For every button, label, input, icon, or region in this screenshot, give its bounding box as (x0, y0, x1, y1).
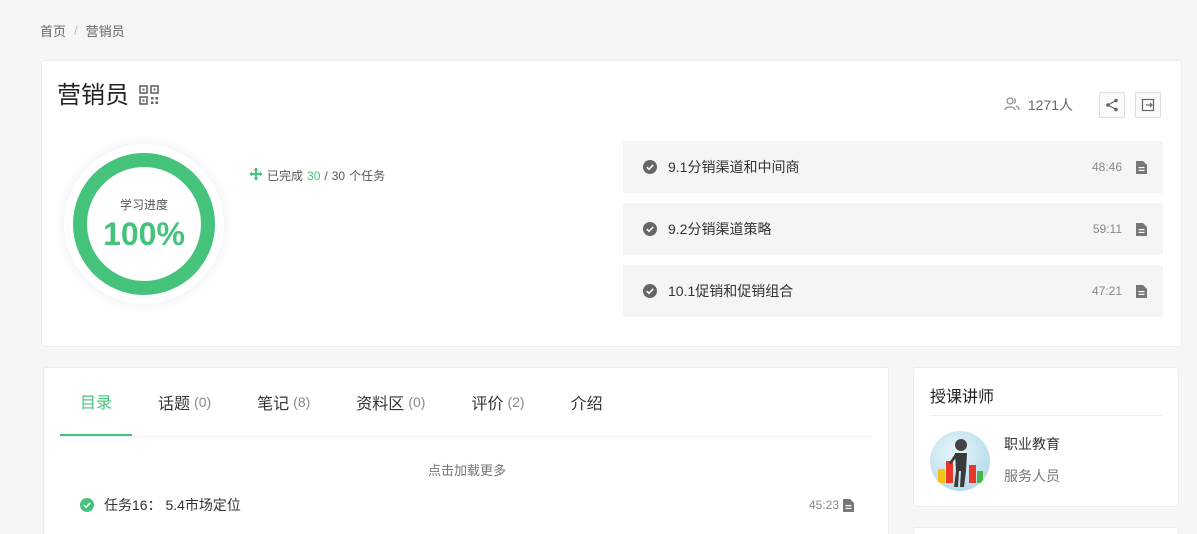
teacher-heading: 授课讲师 (930, 389, 995, 406)
recent-task-duration: 59:11 (1092, 222, 1122, 236)
tab-materials[interactable]: 资料区 (0) (336, 367, 445, 436)
tab-notes[interactable]: 笔记 (8) (237, 367, 330, 436)
recent-task-item[interactable]: 9.1分销渠道和中间商 48:46 (623, 141, 1163, 193)
total-count: 30 (331, 168, 346, 183)
exit-course-button[interactable] (1135, 92, 1161, 118)
tab-label: 评价 (471, 395, 504, 413)
lesson-item[interactable]: 任务16： 5.4市场定位 45:23 (80, 495, 854, 515)
teacher-name[interactable]: 职业教育 (1004, 434, 1060, 454)
tab-topics[interactable]: 话题 (0) (138, 367, 231, 436)
document-icon (843, 498, 854, 512)
teacher-card: 授课讲师 职业教育 服务人员 (913, 367, 1179, 507)
progress-ring: 学习进度 100% (64, 144, 224, 304)
tab-reviews[interactable]: 评价 (2) (451, 367, 544, 436)
course-title: 营销员 (57, 82, 129, 109)
move-icon (249, 167, 263, 184)
avatar[interactable] (930, 431, 990, 491)
tab-label: 介绍 (570, 395, 603, 413)
tab-intro[interactable]: 介绍 (551, 367, 623, 436)
students-count: 1271人 (1004, 95, 1073, 115)
lesson-name: 任务16： 5.4市场定位 (104, 497, 241, 513)
breadcrumb-separator: / (74, 23, 78, 38)
recent-task-duration: 47:21 (1091, 284, 1122, 298)
tab-count: (8) (293, 393, 311, 410)
title-row: 营销员 (57, 75, 159, 110)
load-more-link[interactable]: 点击加载更多 (44, 460, 890, 479)
done-slash: / (324, 168, 328, 183)
course-header-card: 营销员 1271人 学习进度 100% 已完成 30 / 30 个任务 9.1分… (41, 60, 1182, 347)
header-actions: 1271人 (1004, 92, 1161, 118)
teacher-role: 服务人员 (1004, 468, 1060, 484)
recent-task-item[interactable]: 10.1促销和促销组合 47:21 (623, 265, 1163, 317)
recent-task-name: 9.2分销渠道策略 (668, 221, 772, 237)
check-circle-icon (80, 498, 94, 512)
tab-label: 目录 (80, 394, 113, 412)
recent-task-list: 9.1分销渠道和中间商 48:46 9.2分销渠道策略 59:11 10.1促销… (623, 141, 1163, 327)
share-icon (1106, 98, 1118, 112)
breadcrumb-home[interactable]: 首页 (40, 21, 66, 40)
share-button[interactable] (1099, 92, 1125, 118)
check-circle-icon (643, 284, 657, 298)
lesson-duration: 45:23 (808, 498, 839, 512)
document-icon (1136, 284, 1147, 298)
divider (930, 415, 1162, 416)
recent-task-name: 10.1促销和促销组合 (668, 283, 794, 299)
tab-count: (0) (194, 393, 212, 410)
breadcrumb: 首页 / 营销员 (40, 21, 125, 40)
breadcrumb-current: 营销员 (85, 24, 125, 39)
tab-label: 话题 (158, 395, 191, 413)
progress-label: 学习进度 (119, 198, 168, 212)
recent-task-item[interactable]: 9.2分销渠道策略 59:11 (623, 203, 1163, 255)
students-count-text: 1271人 (1027, 97, 1073, 113)
progress-value: 100% (103, 216, 185, 252)
document-icon (1136, 222, 1147, 236)
users-icon (1004, 96, 1020, 114)
recent-task-name: 9.1分销渠道和中间商 (668, 159, 800, 175)
qr-code-icon[interactable] (139, 84, 159, 105)
check-circle-icon (643, 160, 657, 174)
done-count: 30 (307, 168, 321, 183)
tab-catalog[interactable]: 目录 (60, 367, 133, 436)
tab-label: 笔记 (257, 395, 290, 413)
recent-task-duration: 48:46 (1091, 160, 1122, 174)
sidebar-card (913, 527, 1179, 534)
tab-count: (2) (507, 393, 525, 410)
tab-count: (0) (408, 393, 426, 410)
completion-info: 已完成 30 / 30 个任务 (249, 167, 385, 184)
check-circle-icon (643, 222, 657, 236)
content-tabs: 目录 话题 (0) 笔记 (8) 资料区 (0) 评价 (2) 介绍 (60, 368, 873, 437)
tab-label: 资料区 (356, 395, 405, 413)
exit-icon (1141, 98, 1155, 112)
course-content-card: 目录 话题 (0) 笔记 (8) 资料区 (0) 评价 (2) 介绍 点击加载更… (43, 367, 889, 534)
done-prefix: 已完成 (267, 169, 304, 183)
document-icon (1136, 160, 1147, 174)
done-suffix: 个任务 (349, 169, 386, 183)
